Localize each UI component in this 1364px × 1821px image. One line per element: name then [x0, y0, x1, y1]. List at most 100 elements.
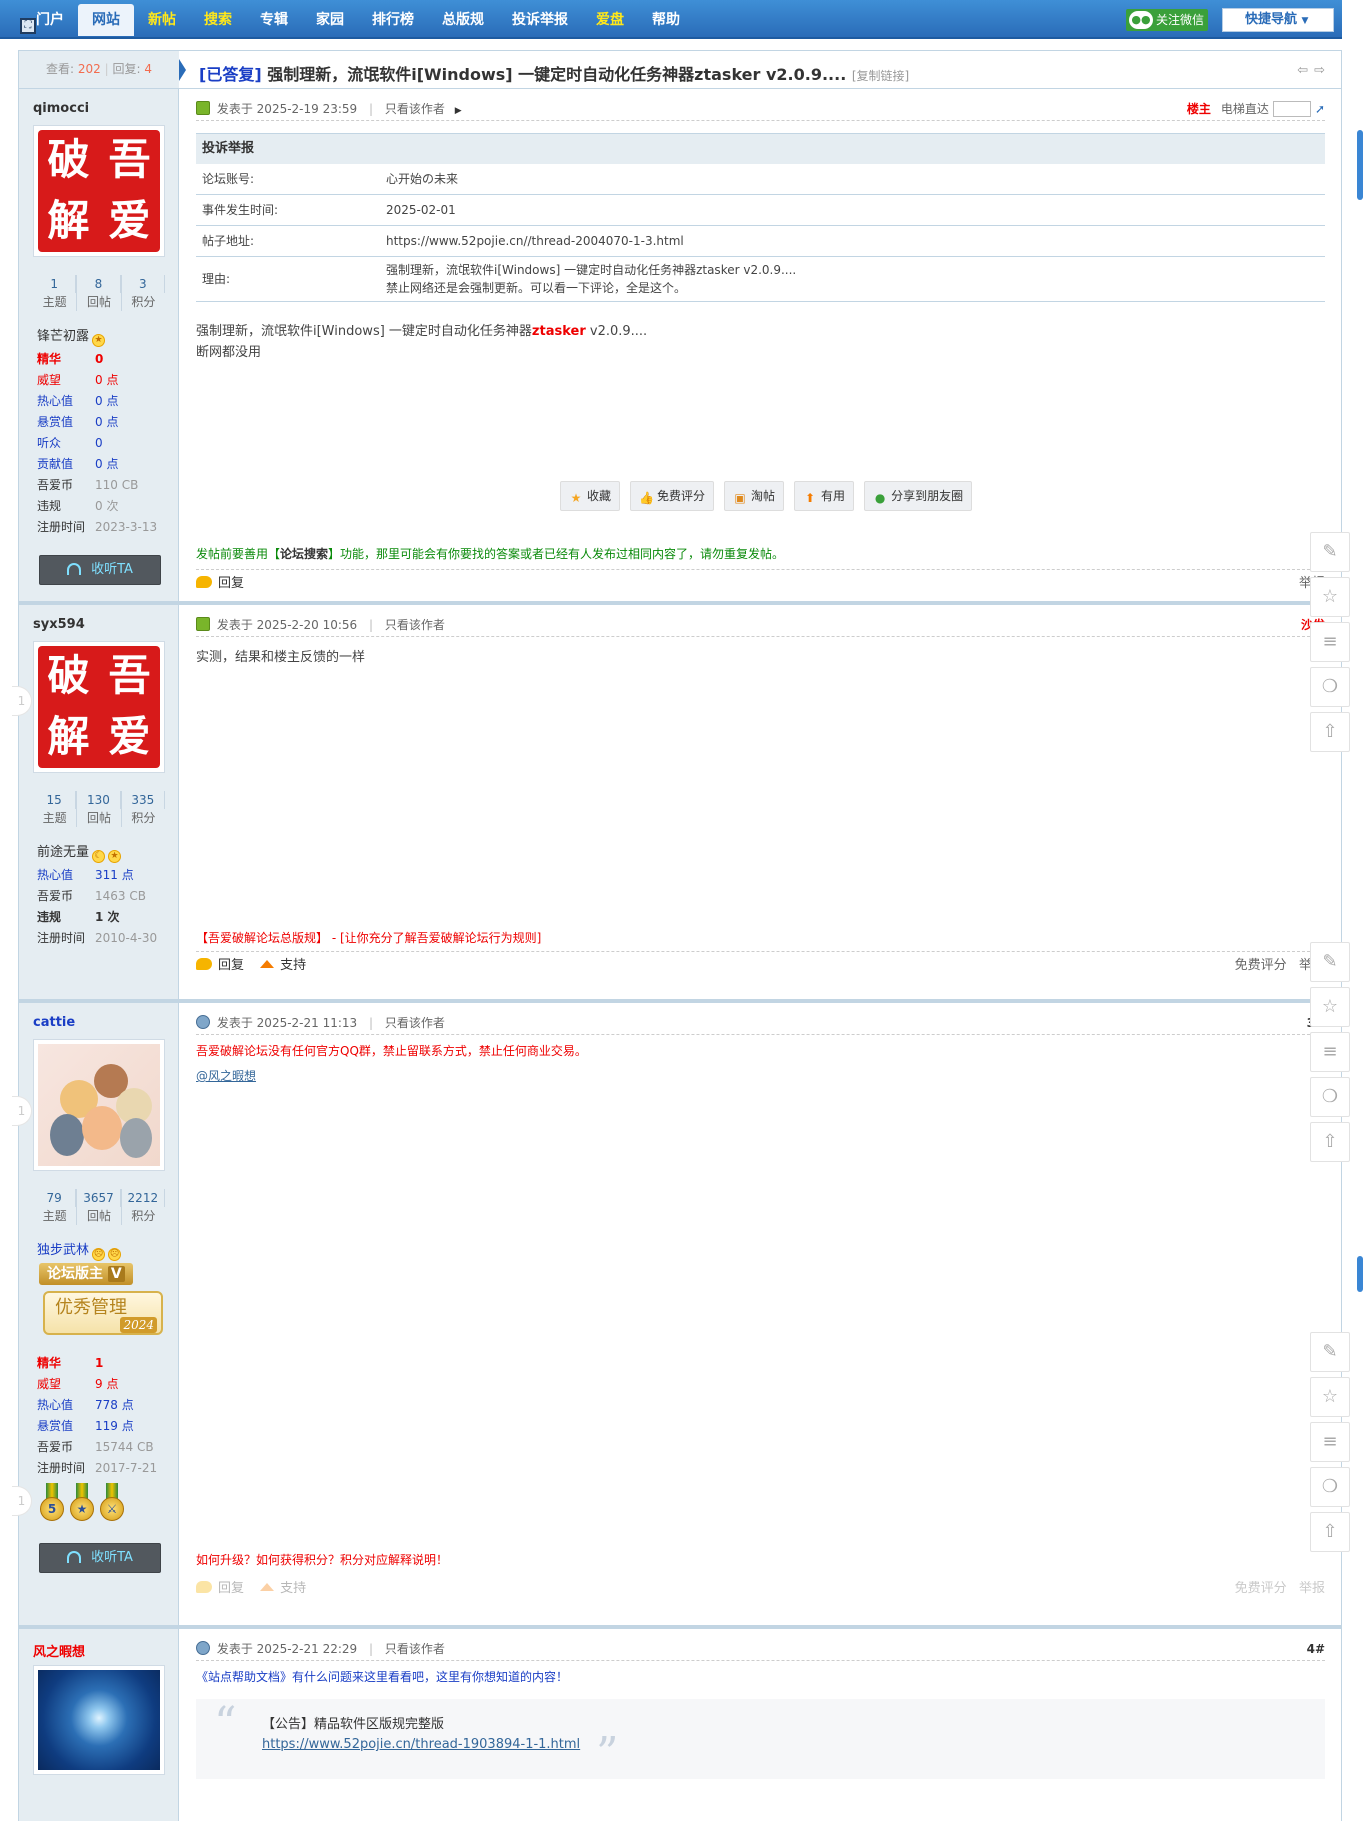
medal-icon[interactable]: ★	[69, 1483, 95, 1525]
info-value: 1	[95, 1356, 104, 1370]
points-count[interactable]: 3	[122, 275, 165, 293]
medal-icon[interactable]: 5	[39, 1483, 65, 1525]
top-icon[interactable]: ⇧	[1310, 1512, 1350, 1552]
info-value: 311 点	[95, 868, 134, 882]
star-icon[interactable]: ☆	[1310, 1377, 1350, 1417]
posts-count[interactable]: 3657	[77, 1189, 121, 1207]
support-button[interactable]: 支持	[280, 1581, 306, 1596]
only-author-link[interactable]: 只看该作者	[385, 102, 445, 116]
elevator-input[interactable]	[1272, 101, 1311, 117]
post-4-body: 发表于 2025-2-21 22:29 | 只看该作者 4# 《站点帮助文档》有…	[180, 1629, 1341, 1821]
collect-button[interactable]: ▣ 淘帖	[724, 481, 785, 511]
points-count[interactable]: 2212	[122, 1189, 165, 1207]
avatar[interactable]	[33, 1039, 165, 1171]
quick-nav-button[interactable]: 快捷导航 ▼	[1222, 8, 1334, 32]
wechat-icon[interactable]: ❍	[1310, 667, 1350, 707]
prev-next-icons[interactable]: ⇦⇨	[1297, 63, 1331, 78]
favorite-label: 收藏	[587, 489, 612, 503]
menu-icon[interactable]: ≡	[1310, 622, 1350, 662]
only-author-link[interactable]: 只看该作者	[385, 1642, 445, 1656]
only-author-link[interactable]: 只看该作者	[385, 618, 445, 632]
favorite-button[interactable]: ★ 收藏	[560, 481, 621, 511]
menu-icon[interactable]: ≡	[1310, 1422, 1350, 1462]
go-icon[interactable]: ➚	[1315, 102, 1325, 116]
wechat-follow-button[interactable]: ●● 关注微信	[1126, 9, 1208, 31]
reply-button[interactable]: 回复	[218, 958, 244, 973]
wechat-icon[interactable]: ❍	[1310, 1077, 1350, 1117]
nav-site[interactable]: 网站	[78, 4, 134, 36]
nav-ranking[interactable]: 排行榜	[358, 4, 428, 36]
post-meta: 发表于 2025-2-21 11:13 | 只看该作者 3#	[196, 1011, 1325, 1035]
answered-tag[interactable]: [已答复]	[199, 65, 262, 84]
star-icon[interactable]: ☆	[1310, 987, 1350, 1027]
nav-search[interactable]: 搜索	[190, 4, 246, 36]
avatar[interactable]: 破吾解爱	[33, 641, 165, 773]
nav-menu: 门户 网站 新帖 搜索 专辑 家园 排行榜 总版规 投诉举报 爱盘 帮助	[22, 4, 694, 36]
author-name[interactable]: 风之暇想	[33, 1641, 85, 1660]
reply-button[interactable]: 回复	[218, 1581, 244, 1596]
posts-count[interactable]: 130	[77, 791, 121, 809]
author-name[interactable]: qimocci	[33, 101, 89, 116]
tip-post: 】功能，那里可能会有你要找的答案或者已经有人发布过相同内容了，请勿重复发帖。	[328, 547, 785, 561]
copy-link[interactable]: [复制链接]	[852, 69, 909, 83]
follow-button[interactable]: 收听TA	[39, 555, 161, 585]
replies-count: 4	[144, 62, 152, 76]
highlight-keyword[interactable]: ztasker	[532, 324, 586, 339]
scroll-thumb[interactable]	[1357, 1256, 1363, 1292]
info-key: 热心值	[37, 1398, 74, 1412]
nav-home[interactable]: 家园	[302, 4, 358, 36]
scrollbar[interactable]	[1356, 40, 1364, 1821]
posts-count[interactable]: 8	[77, 275, 121, 293]
edit-icon[interactable]: ✎	[1310, 1332, 1350, 1372]
author-name[interactable]: cattie	[33, 1015, 75, 1030]
points-count[interactable]: 335	[122, 791, 165, 809]
nav-portal[interactable]: 门户	[22, 4, 78, 36]
quote-url[interactable]: https://www.52pojie.cn/thread-1903894-1-…	[262, 1737, 580, 1752]
topics-count[interactable]: 15	[33, 791, 77, 809]
caret-right-icon[interactable]: ▶	[455, 106, 462, 116]
nav-help[interactable]: 帮助	[638, 4, 694, 36]
report-url[interactable]: https://www.52pojie.cn//thread-2004070-1…	[386, 232, 1325, 250]
rate-button[interactable]: 免费评分	[1235, 1581, 1287, 1596]
report-button[interactable]: 举报	[1299, 1581, 1325, 1596]
avatar[interactable]: 破吾解爱	[33, 125, 165, 257]
star-icon[interactable]: ☆	[1310, 577, 1350, 617]
nav-album[interactable]: 专辑	[246, 4, 302, 36]
edit-icon[interactable]: ✎	[1310, 532, 1350, 572]
only-author-link[interactable]: 只看该作者	[385, 1016, 445, 1030]
topics-count[interactable]: 1	[33, 275, 77, 293]
thread-header: 查看: 202 | 回复: 4 [已答复] 强制理新，流氓软件i[Windows…	[19, 51, 1341, 89]
upgrade-notice[interactable]: 如何升级？如何获得积分？积分对应解释说明！	[196, 1551, 448, 1568]
useful-button[interactable]: ⬆ 有用	[794, 481, 855, 511]
reply-button[interactable]: 回复	[218, 576, 244, 591]
nav-aipan[interactable]: 爱盘	[582, 4, 638, 36]
edit-icon[interactable]: ✎	[1310, 942, 1350, 982]
mention-link[interactable]: @风之暇想	[196, 1066, 1325, 1087]
support-button[interactable]: 支持	[280, 958, 306, 973]
rate-button[interactable]: 免费评分	[1235, 958, 1287, 973]
side-tools-2: ✎ ☆ ≡ ❍ ⇧	[1310, 942, 1350, 1167]
menu-icon[interactable]: ≡	[1310, 1032, 1350, 1072]
help-doc-link[interactable]: 《站点帮助文档》有什么问题来这里看看吧，这里有你想知道的内容！	[196, 1667, 1325, 1688]
info-key: 违规	[37, 910, 62, 924]
follow-button[interactable]: 收听TA	[39, 1543, 161, 1573]
share-button[interactable]: ● 分享到朋友圈	[864, 481, 973, 511]
author-name[interactable]: syx594	[33, 617, 85, 632]
user-rank: 前途无量 ☾ ★	[37, 841, 122, 863]
avatar[interactable]	[33, 1665, 165, 1775]
top-icon[interactable]: ⇧	[1310, 712, 1350, 752]
nav-complaint[interactable]: 投诉举报	[498, 4, 582, 36]
scroll-thumb[interactable]	[1357, 130, 1363, 200]
rate-button[interactable]: 👍 免费评分	[630, 481, 715, 511]
online-user-icon	[196, 101, 210, 115]
forum-search-link[interactable]: 论坛搜索	[280, 547, 328, 561]
badge-year: 2024	[120, 1317, 157, 1333]
rules-notice[interactable]: 【吾爱破解论坛总版规】 - [让你充分了解吾爱破解论坛行为规则]	[196, 929, 541, 946]
nav-new[interactable]: 新帖	[134, 4, 190, 36]
medals: 5 ★ ⚔	[39, 1483, 125, 1525]
wechat-icon[interactable]: ❍	[1310, 1467, 1350, 1507]
nav-rules[interactable]: 总版规	[428, 4, 498, 36]
topics-count[interactable]: 79	[33, 1189, 77, 1207]
top-icon[interactable]: ⇧	[1310, 1122, 1350, 1162]
medal-icon[interactable]: ⚔	[99, 1483, 125, 1525]
